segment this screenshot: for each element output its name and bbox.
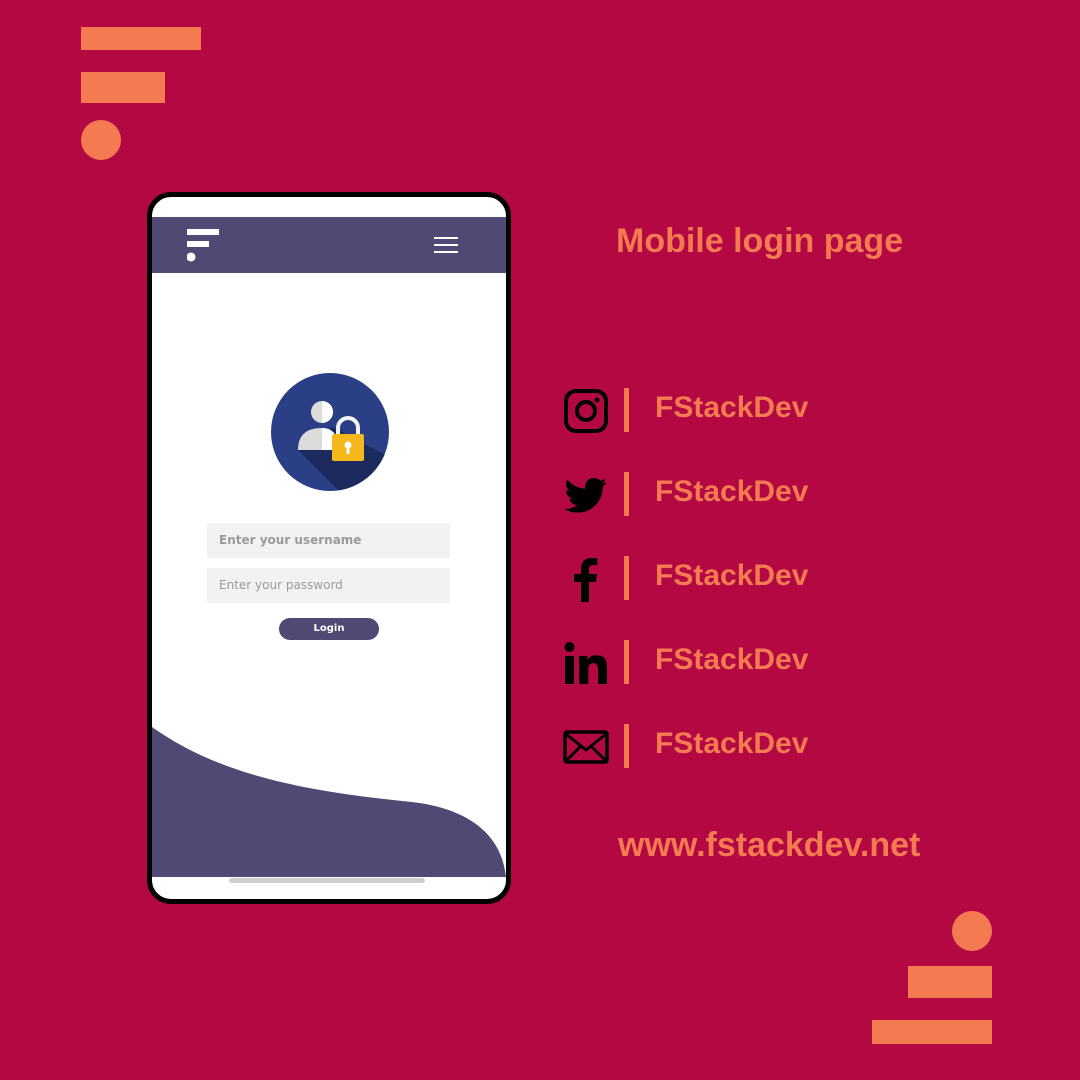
facebook-handle[interactable]: FStackDev bbox=[655, 559, 808, 593]
home-indicator bbox=[229, 878, 425, 883]
social-row-twitter[interactable]: FStackDev bbox=[563, 472, 983, 518]
username-field[interactable]: Enter your username bbox=[207, 523, 450, 558]
social-row-instagram[interactable]: FStackDev bbox=[563, 388, 983, 434]
separator bbox=[624, 472, 629, 516]
login-button[interactable]: Login bbox=[279, 618, 379, 640]
facebook-icon bbox=[574, 558, 598, 602]
social-row-email[interactable]: FStackDev bbox=[563, 724, 983, 770]
separator bbox=[624, 640, 629, 684]
password-field[interactable]: Enter your password bbox=[207, 568, 450, 603]
logo-dot-bottom-right bbox=[952, 911, 992, 951]
twitter-icon bbox=[564, 477, 607, 513]
page-title: Mobile login page bbox=[616, 222, 904, 260]
fstackdev-logo-icon bbox=[187, 229, 219, 262]
linkedin-icon bbox=[564, 642, 607, 684]
logo-bar-top-left-2 bbox=[81, 72, 165, 103]
instagram-handle[interactable]: FStackDev bbox=[655, 391, 808, 425]
hamburger-menu-icon[interactable] bbox=[434, 237, 460, 255]
separator bbox=[624, 724, 629, 768]
email-icon bbox=[563, 730, 609, 764]
app-header bbox=[152, 217, 506, 273]
twitter-handle[interactable]: FStackDev bbox=[655, 475, 808, 509]
phone-mockup: Enter your username Enter your password … bbox=[147, 192, 511, 904]
social-row-linkedin[interactable]: FStackDev bbox=[563, 640, 983, 686]
linkedin-handle[interactable]: FStackDev bbox=[655, 643, 808, 677]
logo-dot-top-left bbox=[81, 120, 121, 160]
separator bbox=[624, 388, 629, 432]
logo-bar-bottom-right-1 bbox=[908, 966, 992, 998]
logo-bar-top-left-1 bbox=[81, 27, 201, 50]
user-lock-icon bbox=[271, 373, 389, 491]
instagram-icon bbox=[564, 389, 608, 433]
website-link[interactable]: www.fstackdev.net bbox=[618, 826, 920, 865]
email-handle[interactable]: FStackDev bbox=[655, 727, 808, 761]
logo-bar-bottom-right-2 bbox=[872, 1020, 992, 1044]
decorative-wave bbox=[152, 727, 506, 877]
social-row-facebook[interactable]: FStackDev bbox=[563, 556, 983, 602]
separator bbox=[624, 556, 629, 600]
